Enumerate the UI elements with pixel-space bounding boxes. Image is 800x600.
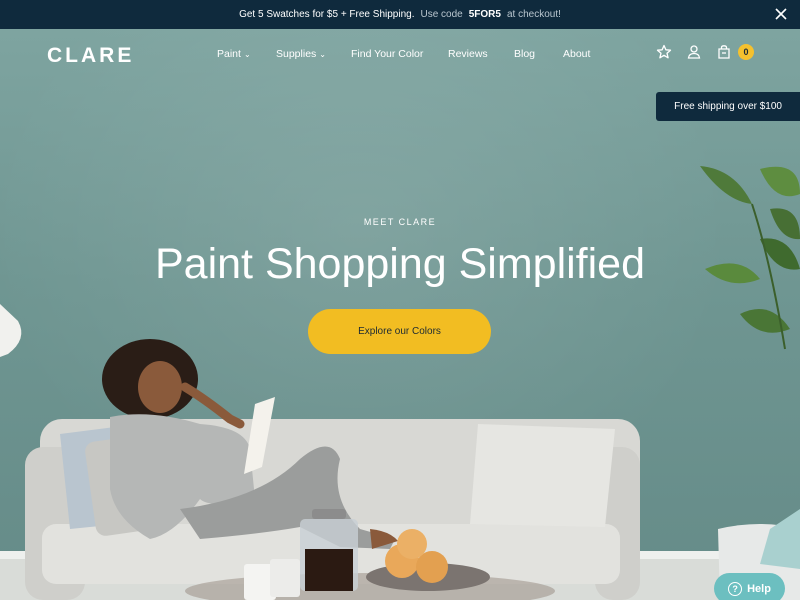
close-icon[interactable] bbox=[774, 7, 788, 21]
explore-colors-button[interactable]: Explore our Colors bbox=[308, 309, 491, 354]
hero-section: CLARE Paint ⌄ Supplies ⌄ Find Your Color… bbox=[0, 29, 800, 600]
nav-item-label: Supplies bbox=[276, 48, 317, 60]
promo-code-suffix: at checkout! bbox=[506, 9, 561, 20]
question-icon: ? bbox=[728, 581, 743, 596]
promo-bar: Get 5 Swatches for $5 + Free Shipping. U… bbox=[0, 0, 800, 29]
nav-links: Paint ⌄ Supplies ⌄ Find Your Color Revie… bbox=[217, 48, 590, 60]
help-button[interactable]: ? Help bbox=[714, 573, 785, 600]
free-shipping-tab[interactable]: Free shipping over $100 bbox=[656, 92, 800, 121]
help-label: Help bbox=[747, 582, 771, 595]
cart-count-badge[interactable]: 0 bbox=[738, 44, 754, 60]
nav-item-label: About bbox=[563, 48, 591, 60]
nav-item-find-your-color[interactable]: Find Your Color bbox=[351, 48, 448, 60]
hero-headline: Paint Shopping Simplified bbox=[154, 240, 646, 288]
chevron-down-icon: ⌄ bbox=[319, 49, 326, 59]
nav-item-label: Blog bbox=[514, 48, 536, 60]
nav-item-label: Paint bbox=[217, 48, 241, 60]
nav-item-paint[interactable]: Paint ⌄ bbox=[217, 48, 276, 60]
main-nav: CLARE Paint ⌄ Supplies ⌄ Find Your Color… bbox=[0, 29, 800, 81]
account-icon[interactable] bbox=[686, 44, 702, 60]
nav-item-label: Find Your Color bbox=[351, 48, 424, 60]
promo-message: Get 5 Swatches for $5 + Free Shipping. bbox=[239, 9, 415, 20]
nav-icons: 0 bbox=[656, 44, 754, 60]
nav-item-about[interactable]: About bbox=[563, 48, 590, 60]
star-icon[interactable] bbox=[656, 44, 672, 60]
nav-item-blog[interactable]: Blog bbox=[514, 48, 563, 60]
promo-code-prefix: Use code bbox=[420, 9, 463, 20]
chevron-down-icon: ⌄ bbox=[243, 49, 251, 59]
clare-logo[interactable]: CLARE bbox=[47, 44, 134, 68]
nav-item-reviews[interactable]: Reviews bbox=[448, 48, 514, 60]
cart-icon[interactable] bbox=[716, 44, 732, 60]
nav-item-supplies[interactable]: Supplies ⌄ bbox=[276, 48, 351, 60]
hero-eyebrow: MEET CLARE bbox=[363, 217, 437, 227]
promo-code: 5FOR5 bbox=[468, 9, 501, 20]
nav-item-label: Reviews bbox=[448, 48, 488, 60]
